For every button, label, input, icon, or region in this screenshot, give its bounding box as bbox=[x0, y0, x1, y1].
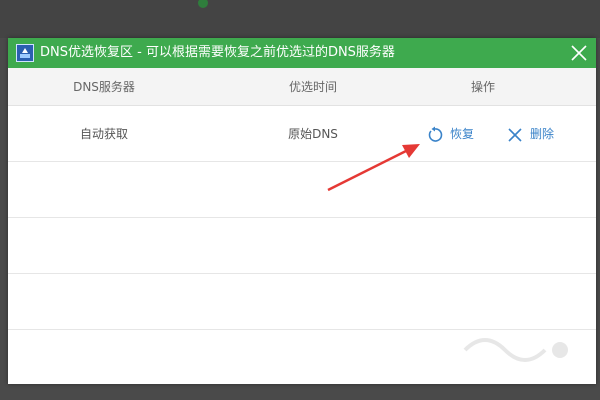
dns-server-cell: 自动获取 bbox=[79, 127, 128, 141]
dialog-title: DNS优选恢复区 - 可以根据需要恢复之前优选过的DNS服务器 bbox=[40, 45, 395, 60]
dns-app-icon bbox=[16, 44, 34, 62]
close-icon[interactable] bbox=[568, 42, 590, 64]
delete-label: 删除 bbox=[530, 127, 555, 141]
table-row-empty bbox=[8, 274, 596, 330]
table-header: DNS服务器 优选时间 操作 bbox=[8, 68, 596, 106]
header-select-time: 优选时间 bbox=[288, 80, 337, 94]
select-time-cell: 原始DNS bbox=[288, 127, 338, 141]
header-dns-server: DNS服务器 bbox=[73, 80, 135, 94]
dialog-titlebar: DNS优选恢复区 - 可以根据需要恢复之前优选过的DNS服务器 bbox=[8, 38, 596, 68]
restore-icon bbox=[428, 126, 443, 142]
background-right bbox=[596, 38, 600, 384]
watermark-logo bbox=[463, 338, 568, 362]
background-left bbox=[0, 38, 8, 384]
delete-icon bbox=[508, 128, 522, 142]
status-ok-icon bbox=[198, 0, 208, 8]
restore-label: 恢复 bbox=[450, 127, 475, 141]
table-row-empty bbox=[8, 218, 596, 274]
header-actions: 操作 bbox=[470, 80, 495, 94]
table-row-empty bbox=[8, 162, 596, 218]
restore-button[interactable]: 恢复 bbox=[426, 124, 486, 144]
delete-button[interactable]: 删除 bbox=[506, 124, 566, 144]
background-app-strip bbox=[0, 0, 600, 38]
table-row: 自动获取 原始DNS 恢复 删除 bbox=[8, 106, 596, 162]
background-bottom bbox=[0, 384, 600, 400]
